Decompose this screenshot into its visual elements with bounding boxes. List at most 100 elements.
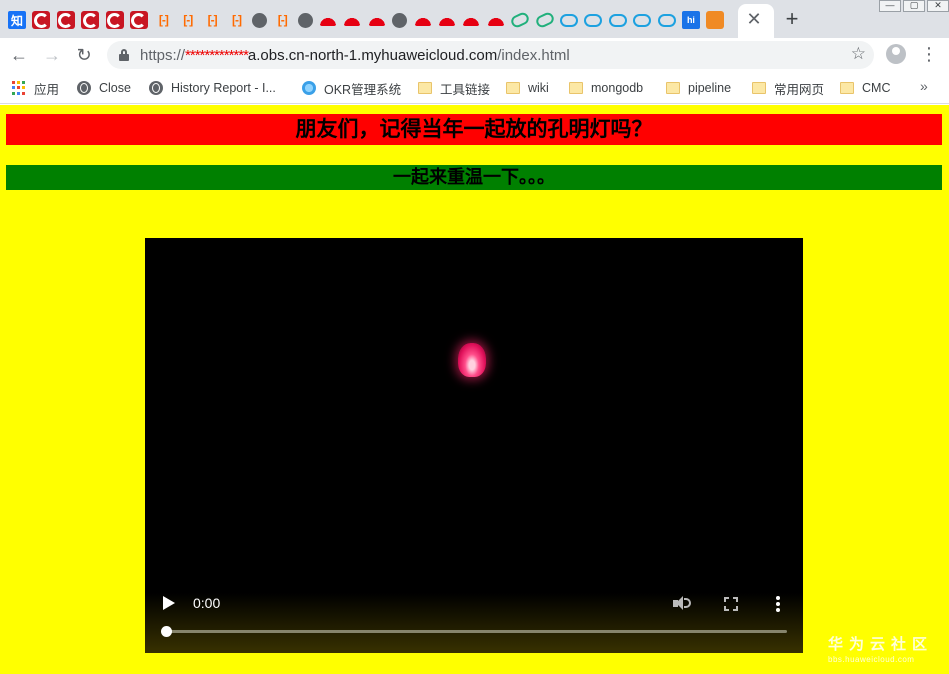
new-tab-button[interactable]: + [781,8,803,30]
huawei-icon[interactable] [319,11,337,29]
link-icon[interactable] [536,11,554,29]
sky-lantern-image [458,343,486,377]
more-options-icon[interactable] [776,596,780,612]
reload-button[interactable]: ↻ [73,44,95,66]
maximize-button[interactable]: ▢ [903,0,925,12]
bookmark-folder-wiki[interactable]: wiki [506,80,549,96]
link-icon[interactable] [511,11,529,29]
apps-dot [22,91,25,95]
page-subtitle: 一起来重温一下。。。 [6,165,942,190]
huawei-icon[interactable] [368,11,386,29]
bookmark-history-report[interactable]: History Report - I... [149,80,276,96]
apps-dot [12,81,15,84]
minimize-button[interactable]: — [879,0,901,12]
apps-grid-icon [12,81,26,95]
csdn-icon[interactable] [105,11,124,29]
csdn-icon[interactable] [56,11,75,29]
browser-toolbar: ← → ↻ https://*************a.obs.cn-nort… [0,38,949,72]
cloud-icon[interactable] [609,11,627,29]
huawei-icon[interactable] [343,11,361,29]
bookmark-folder-mongodb[interactable]: mongodb [569,80,643,96]
huawei-icon[interactable] [487,11,505,29]
apps-dot [12,86,15,90]
video-time: 0:00 [193,595,221,611]
csdn-icon[interactable] [129,11,148,29]
aliyun-icon[interactable]: [-] [154,11,172,29]
globe-icon[interactable] [392,12,408,28]
aliyun-icon[interactable]: [-] [273,11,291,29]
volume-icon[interactable] [673,595,693,612]
huawei-icon[interactable] [462,11,480,29]
cloud-icon[interactable] [658,11,676,29]
play-icon[interactable] [163,596,175,610]
browser-menu-icon[interactable]: ⋮ [920,44,938,66]
folder-icon [569,82,583,94]
watermark-text: 华为云社区 [828,636,934,653]
folder-icon [752,82,766,94]
aliyun-icon[interactable]: [-] [228,11,246,29]
tab-strip: 知 [-] [-] [-] [-] [-] hi ✕ + — ▢ ✕ [0,0,949,38]
bookmark-folder-common[interactable]: 常用网页 [752,80,825,97]
aliyun-icon[interactable]: [-] [179,11,197,29]
globe-icon[interactable] [251,12,267,28]
url-host: a.obs.cn-north-1.myhuaweicloud.com [247,47,498,64]
huawei-icon[interactable] [438,11,456,29]
bookmark-label: 应用 [34,82,60,97]
cloud-icon[interactable] [560,11,578,29]
bookmark-close[interactable]: Close [77,80,131,96]
page-title: 朋友们，记得当年一起放的孔明灯吗？ [6,114,942,145]
video-progress-thumb[interactable] [161,626,172,637]
video-progress-bar[interactable] [161,626,787,637]
huawei-icon[interactable] [414,11,432,29]
address-bar[interactable]: https://*************a.obs.cn-north-1.my… [107,41,874,69]
apps-dot [22,81,25,84]
url-masked: ************* [185,47,249,64]
watermark: 华为云社区 bbs.huaweicloud.com [828,633,933,664]
url-scheme: https:// [140,47,186,64]
apps-dot [17,81,20,84]
close-window-button[interactable]: ✕ [927,0,949,12]
cloud-icon[interactable] [584,11,602,29]
back-button[interactable]: ← [8,44,30,66]
bookmark-okr[interactable]: OKR管理系统 [302,80,402,97]
window-controls: — ▢ ✕ [877,0,949,12]
csdn-icon[interactable] [81,11,100,29]
csdn-icon[interactable] [32,11,51,29]
forward-button[interactable]: → [41,44,63,66]
fullscreen-icon[interactable] [724,597,738,611]
more-bookmarks-icon[interactable]: » [920,78,928,94]
bookmark-label: mongodb [591,81,644,95]
zhihu-icon[interactable]: 知 [8,11,26,29]
profile-avatar-icon[interactable] [886,44,906,64]
bookmark-apps[interactable]: 应用 [12,80,60,97]
bookmark-label: CMC [862,81,891,95]
close-tab-icon[interactable]: ✕ [744,9,764,29]
bookmark-folder-pipeline[interactable]: pipeline [666,80,731,96]
watermark-url: bbs.huaweicloud.com [828,655,915,664]
lock-icon[interactable] [119,49,129,61]
bookmark-folder-cmc[interactable]: CMC [840,80,890,96]
bookmark-label: pipeline [688,81,732,95]
globe-icon [77,81,91,95]
bookmark-label: 常用网页 [774,82,825,97]
globe-icon[interactable] [297,12,313,28]
okr-icon [302,81,316,95]
apps-dot [12,91,15,95]
url-text[interactable]: https://*************a.obs.cn-north-1.my… [140,47,570,64]
tab-favicons: 知 [-] [-] [-] [-] [-] hi [8,10,731,30]
bookmark-label: wiki [528,81,549,95]
cloud-icon[interactable] [633,11,651,29]
bookmark-label: History Report - I... [171,81,276,95]
bookmark-label: OKR管理系统 [324,82,402,97]
bookmark-folder-tools[interactable]: 工具链接 [418,80,490,97]
bookmark-star-icon[interactable]: ☆ [851,44,866,64]
cube-icon[interactable] [706,11,725,29]
video-player[interactable]: 0:00 [145,238,803,653]
folder-icon [418,82,432,94]
aliyun-icon[interactable]: [-] [203,11,221,29]
folder-icon [506,82,520,94]
folder-icon [666,82,680,94]
apps-dot [17,86,20,90]
hi-icon[interactable]: hi [681,11,700,29]
apps-dot [17,91,20,95]
